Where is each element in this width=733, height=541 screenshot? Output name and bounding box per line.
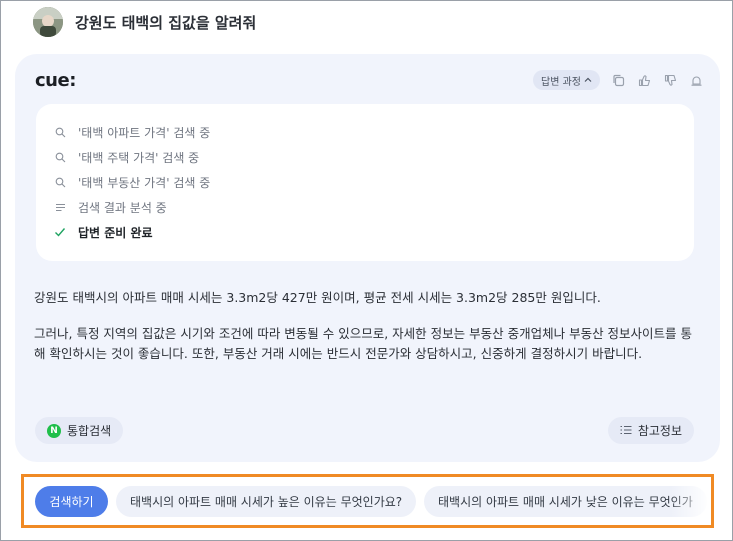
search-button[interactable]: 검색하기 xyxy=(35,486,108,517)
integrated-search-button[interactable]: N 통합검색 xyxy=(35,417,124,444)
chevron-up-icon xyxy=(584,77,592,82)
thumbs-up-icon[interactable] xyxy=(636,72,652,88)
search-icon xyxy=(54,126,66,138)
answer-process-toggle[interactable]: 답변 과정 xyxy=(533,70,600,90)
process-step-label: '태백 주택 가격' 검색 중 xyxy=(78,150,200,165)
answer-paragraph: 강원도 태백시의 아파트 매매 시세는 3.3m2당 427만 원이며, 평균 … xyxy=(34,290,601,305)
scroll-fade xyxy=(671,477,711,525)
answer-paragraph: 그러나, 특정 지역의 집값은 시기와 조건에 따라 변동될 수 있으므로, 자… xyxy=(34,326,693,361)
search-icon xyxy=(54,176,66,188)
user-avatar xyxy=(33,7,63,37)
report-icon[interactable] xyxy=(688,72,704,88)
search-icon xyxy=(54,151,66,163)
process-step: '태백 주택 가격' 검색 중 xyxy=(54,147,199,167)
integrated-search-label: 통합검색 xyxy=(67,424,112,438)
answer-toolbar: 답변 과정 xyxy=(533,70,704,90)
thumbs-down-icon[interactable] xyxy=(662,72,678,88)
answer-card: cue: 답변 과정 '태백 아파트 가격' 검색 중 '태백 주택 가격' 검… xyxy=(15,54,720,462)
naver-logo-icon: N xyxy=(47,423,61,438)
process-step: '태백 아파트 가격' 검색 중 xyxy=(54,122,210,142)
cue-logo-text: cue xyxy=(35,70,70,91)
process-step: 검색 결과 분석 중 xyxy=(54,197,167,217)
answer-process-steps: '태백 아파트 가격' 검색 중 '태백 주택 가격' 검색 중 '태백 부동산… xyxy=(36,104,694,261)
suggestion-bar: 검색하기 태백시의 아파트 매매 시세가 높은 이유는 무엇인가요? 태백시의 … xyxy=(21,474,714,528)
suggested-query-chip[interactable]: 태백시의 아파트 매매 시세가 높은 이유는 무엇인가요? xyxy=(116,486,417,517)
user-query: 강원도 태백의 집값을 알려줘 xyxy=(33,6,256,38)
cue-logo-colon: : xyxy=(69,70,76,91)
process-step-complete: 답변 준비 완료 xyxy=(54,222,153,242)
process-step-label: 검색 결과 분석 중 xyxy=(78,200,167,215)
cue-logo: cue: xyxy=(35,70,76,91)
process-step: '태백 부동산 가격' 검색 중 xyxy=(54,172,210,192)
suggested-query-chip[interactable]: 태백시의 아파트 매매 시세가 낮은 이유는 무엇인가 xyxy=(424,486,707,517)
list-icon xyxy=(620,424,632,438)
answer-process-label: 답변 과정 xyxy=(541,76,581,88)
references-button[interactable]: 참고정보 xyxy=(607,417,694,444)
process-step-label: '태백 아파트 가격' 검색 중 xyxy=(78,125,211,140)
references-label: 참고정보 xyxy=(637,424,682,438)
query-text: 강원도 태백의 집값을 알려줘 xyxy=(75,13,257,32)
process-step-label: '태백 부동산 가격' 검색 중 xyxy=(78,175,211,190)
check-icon xyxy=(54,226,66,238)
lines-icon xyxy=(54,201,66,213)
process-step-label: 답변 준비 완료 xyxy=(78,225,153,240)
copy-icon[interactable] xyxy=(610,72,626,88)
